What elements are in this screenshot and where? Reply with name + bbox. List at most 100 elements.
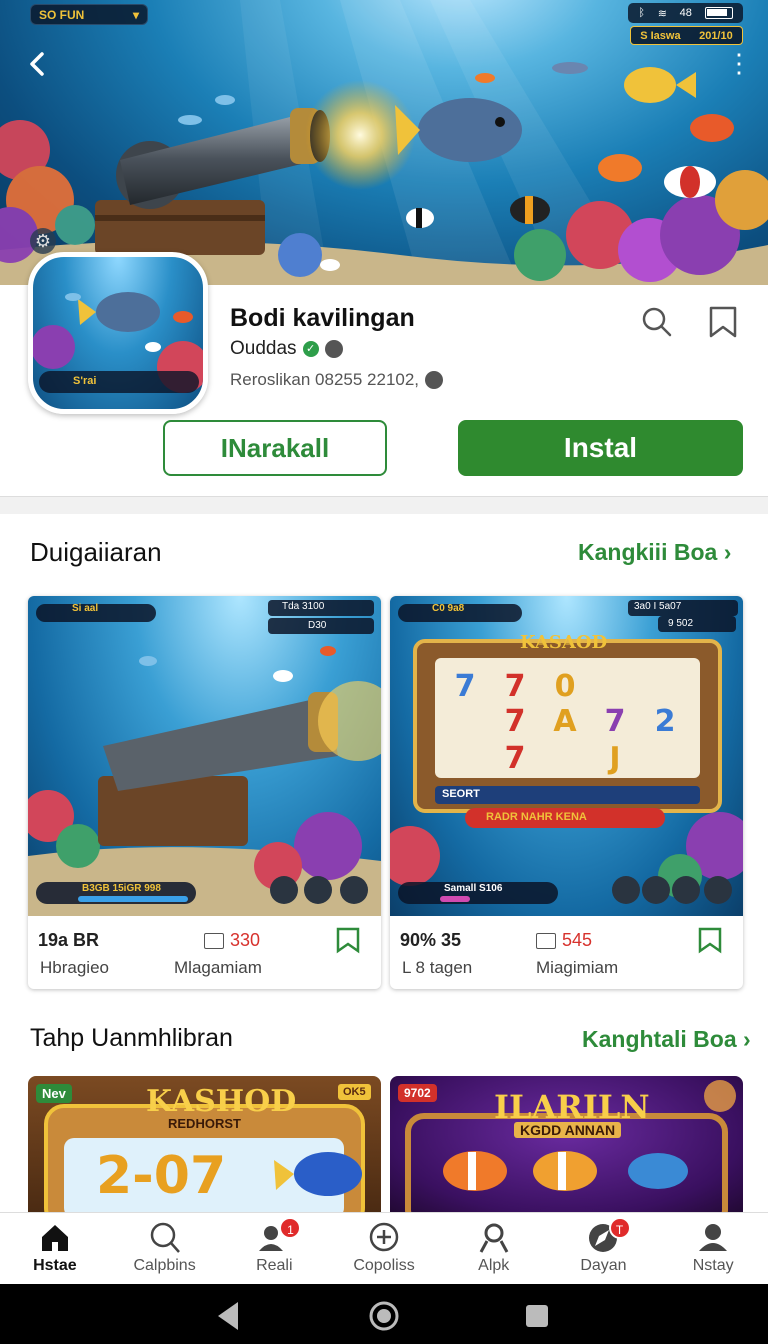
hud-stat-a: Tda 3100	[282, 601, 325, 612]
card-subtitle: Hbragieo	[40, 958, 109, 977]
signal-icon: ᛒ	[638, 7, 645, 19]
game-card[interactable]: 9702 ILARILN KGDD ANNAN	[390, 1076, 743, 1216]
svg-text:7: 7	[505, 741, 526, 776]
svg-text:7: 7	[455, 669, 476, 704]
game-status-pill[interactable]: SO FUN ▾	[30, 4, 148, 25]
card-title: 90% 35	[400, 930, 462, 950]
card-count-value: 545	[562, 930, 593, 950]
nav-item-home[interactable]: Hstae	[0, 1213, 110, 1284]
nav-label: Copoliss	[353, 1257, 415, 1274]
developer-badge-icon	[324, 340, 343, 358]
hud-stat-b: 9 502	[668, 618, 694, 629]
nav-label: Hstae	[33, 1257, 77, 1274]
new-badge: Nev	[36, 1084, 72, 1103]
nav-label: Reali	[256, 1257, 293, 1274]
more-options-icon[interactable]: ⋮	[726, 50, 752, 78]
account-icon	[699, 1224, 728, 1251]
app-title: Bodi kavilingan	[230, 304, 415, 332]
card-count: 545	[536, 930, 592, 951]
section-link-top[interactable]: Kanghtali Boa ›	[582, 1026, 751, 1053]
card-count-label: Miagimiam	[536, 958, 619, 977]
hud-bottom-label: Samall S106	[444, 883, 503, 894]
info-icon	[425, 371, 444, 389]
slot-left-label: SEORT	[442, 788, 480, 800]
nav-item-profile[interactable]: Alpk	[439, 1213, 549, 1284]
svg-text:J: J	[607, 741, 620, 776]
bookmark-icon[interactable]	[334, 926, 362, 954]
section-title-top: Tahp Uanmhlibran	[30, 1024, 233, 1052]
game-card[interactable]: Nev OK5 KASHOD REDHORST 2-07	[28, 1076, 381, 1216]
svg-text:0: 0	[555, 669, 576, 704]
nav-label: Alpk	[478, 1257, 510, 1274]
hud-top-label: C0 9a8	[432, 603, 465, 614]
home-icon	[41, 1225, 68, 1251]
score-label: S Iaswa	[640, 29, 681, 42]
hero-banner: SO FUN ▾ ᛒ ≋ 48 S Iaswa 201/10 ⋮ ⚙	[0, 0, 768, 285]
svg-text:2: 2	[655, 704, 676, 739]
section-link-label: Kangkiii Boa	[578, 539, 718, 565]
bookmark-icon[interactable]	[696, 926, 724, 954]
screenshot-card[interactable]: Si aal Tda 3100 D30 B3GB 15iGR 998 19a B…	[28, 596, 381, 989]
wifi-icon: ≋	[657, 7, 667, 20]
app-store-screen: SO FUN ▾ ᛒ ≋ 48 S Iaswa 201/10 ⋮ ⚙ S'rai…	[0, 0, 768, 1344]
section-title-screenshots: Duigaiiaran	[30, 537, 162, 567]
app-icon-bar-label: S'rai	[39, 371, 199, 393]
battery-icon	[704, 7, 733, 19]
section-link-label: Kanghtali Boa	[582, 1026, 737, 1052]
plus-circle-icon	[369, 1222, 399, 1252]
nav-item-explore[interactable]: T Dayan	[549, 1213, 659, 1284]
card-subtitle: L 8 tagen	[402, 958, 473, 977]
app-meta-row: Reroslikan 08255 22102,	[230, 370, 444, 390]
nav-label: Nstay	[692, 1257, 734, 1274]
nav-label: Calpbins	[133, 1257, 196, 1274]
svg-text:7: 7	[505, 704, 526, 739]
slot-banner: RADR NAHR KENA	[486, 811, 587, 823]
card-title: 19a BR	[38, 930, 100, 950]
svg-text:7: 7	[505, 669, 526, 704]
verified-icon: ✓	[302, 341, 319, 357]
nav-item-account[interactable]: Nstay	[658, 1213, 768, 1284]
bookmark-icon[interactable]	[706, 305, 740, 339]
search-icon[interactable]	[640, 305, 674, 339]
gear-icon[interactable]: ⚙	[30, 228, 56, 254]
score-pill: S Iaswa 201/10	[630, 26, 743, 45]
back-arrow-icon[interactable]	[22, 48, 54, 80]
slot-title: KASAOD	[520, 632, 608, 653]
card-count-value: 330	[230, 930, 261, 950]
comment-icon	[204, 932, 224, 949]
hud-top-label: Si aal	[72, 603, 99, 614]
screenshot-card[interactable]: 7 7 0 7 A 7 2 7 J KASAOD SEORT RADR NAHR…	[390, 596, 743, 989]
section-link-screenshots[interactable]: Kangkiii Boa ›	[578, 539, 731, 566]
corner-badge: OK5	[338, 1084, 371, 1100]
screenshot-image: 7 7 0 7 A 7 2 7 J KASAOD SEORT RADR NAHR…	[390, 596, 743, 916]
chevron-right-icon: ›	[743, 1026, 751, 1052]
hud-stat-a: 3a0 I 5a07	[634, 601, 682, 612]
game-subtitle: REDHORST	[168, 1116, 241, 1131]
game-title: ILARILN	[494, 1088, 650, 1126]
svg-text:A: A	[553, 704, 577, 739]
developer-row[interactable]: Ouddas ✓	[230, 338, 343, 360]
game-title: KASHOD	[146, 1084, 297, 1119]
recents-square-icon[interactable]	[526, 1305, 548, 1327]
install-button[interactable]: Instal	[458, 420, 743, 476]
nav-label: Dayan	[580, 1257, 627, 1274]
game-subtitle: KGDD ANNAN	[514, 1122, 622, 1138]
notification-badge: 1	[279, 1217, 302, 1239]
back-triangle-icon[interactable]	[218, 1302, 238, 1330]
nav-item-search[interactable]: Calpbins	[110, 1213, 220, 1284]
person-icon	[479, 1223, 509, 1253]
svg-text:7: 7	[605, 704, 626, 739]
app-icon: S'rai	[28, 252, 208, 414]
notification-badge: T	[608, 1217, 631, 1239]
chevron-down-icon: ▾	[132, 7, 139, 22]
secondary-action-button[interactable]: INarakall	[163, 420, 387, 476]
chevron-right-icon: ›	[723, 539, 732, 565]
nav-item-create[interactable]: Copoliss	[329, 1213, 439, 1284]
game-digits: 2-07	[96, 1146, 227, 1206]
section-divider	[0, 496, 768, 514]
nav-item-people[interactable]: 1 Reali	[219, 1213, 329, 1284]
score-value: 201/10	[699, 29, 733, 42]
bottom-navigation: Hstae Calpbins 1 Reali Copoliss Alpk T D…	[0, 1212, 768, 1284]
system-status-text: 48	[679, 7, 692, 19]
rank-badge: 9702	[398, 1084, 437, 1102]
